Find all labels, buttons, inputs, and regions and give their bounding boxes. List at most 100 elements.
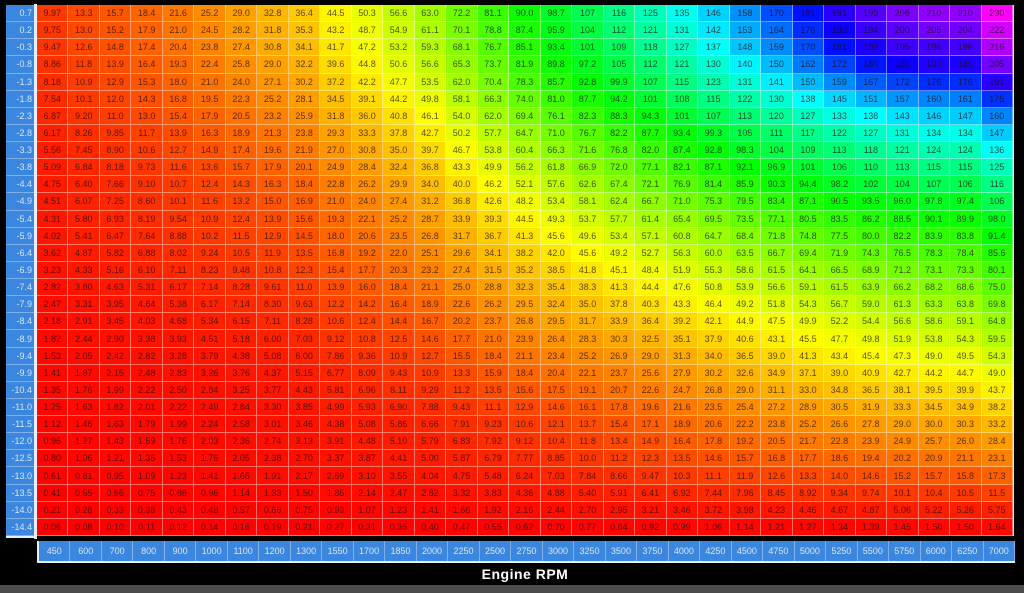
heatmap-cell: 181 — [792, 5, 825, 23]
heatmap-cell: 1.76 — [68, 381, 100, 399]
heatmap-cell: 44.5 — [320, 5, 352, 23]
heatmap-cell: 130 — [761, 90, 793, 108]
heatmap-cell: 1.63 — [99, 416, 132, 434]
heatmap-cell: 31.8 — [257, 22, 289, 40]
x-tick-label: 1700 — [353, 541, 386, 561]
heatmap-cell: 8.85 — [540, 450, 573, 468]
heatmap-cell: 19.6 — [635, 398, 667, 417]
heatmap-cell: 37.2 — [320, 73, 352, 91]
heatmap-cell: 23.9 — [855, 433, 888, 451]
heatmap-cell: 19.5 — [194, 90, 226, 108]
y-tick-label: -2.3 — [6, 107, 34, 125]
heatmap-cell: 101 — [572, 39, 604, 57]
heatmap-cell: 25.0 — [446, 279, 478, 297]
heatmap-cell: 2.91 — [68, 313, 100, 331]
heatmap-cell: 4.03 — [131, 313, 163, 331]
heatmap-cell: 7.54 — [37, 90, 69, 108]
heatmap-cell: 24.0 — [225, 73, 258, 91]
heatmap-cell: 90.3 — [761, 176, 793, 194]
heatmap-cell: 35.0 — [383, 142, 415, 160]
heatmap-cell: 1.07 — [351, 501, 384, 519]
heatmap-cell: 2.70 — [572, 501, 604, 519]
heatmap-cell: 0.92 — [635, 518, 667, 536]
heatmap-cell: 23.2 — [257, 107, 289, 125]
heatmap-cell: 7.45 — [68, 142, 100, 160]
heatmap-cell: 3.30 — [257, 398, 289, 417]
heatmap-cell: 16.3 — [194, 124, 226, 143]
heatmap-cell: 0.95 — [99, 467, 132, 485]
heatmap-cell: 45.4 — [855, 347, 888, 365]
heatmap-cell: 3.31 — [68, 296, 100, 314]
heatmap-cell: 22.3 — [225, 90, 258, 108]
heatmap-cell: 9.63 — [288, 296, 321, 314]
heatmap-cell: 40.0 — [446, 176, 478, 194]
heatmap-cell: 15.6 — [288, 210, 321, 228]
heatmap-cell: 19.3 — [320, 210, 352, 228]
heatmap-cell: 145 — [824, 90, 856, 108]
heatmap-cell: 14.6 — [540, 398, 573, 417]
heatmap-cell: 21.6 — [162, 5, 195, 23]
heatmap-cell: 53.4 — [540, 193, 573, 211]
heatmap-cell: 10.5 — [950, 484, 982, 502]
heatmap-cell: 29.9 — [383, 176, 415, 194]
heatmap-cell: 172 — [824, 56, 856, 74]
heatmap-cell: 8.86 — [37, 56, 69, 74]
heatmap-cell: 8.18 — [99, 159, 132, 177]
heatmap-cell: 11.9 — [257, 244, 289, 262]
heatmap-cell: 25.2 — [572, 347, 604, 365]
heatmap-cell: 106 — [824, 159, 856, 177]
heatmap-cell: 37.8 — [603, 296, 636, 314]
heatmap-cell: 222 — [981, 22, 1013, 40]
heatmap-cell: 11.5 — [225, 227, 258, 245]
heatmap-cell: 10.4 — [540, 433, 573, 451]
heatmap-cell: 4.64 — [131, 296, 163, 314]
heatmap-cell: 1.06 — [698, 518, 730, 536]
heatmap-cell: 40.8 — [383, 107, 415, 125]
heatmap-cell: 15.3 — [131, 73, 163, 91]
heatmap-cell: 29.5 — [509, 296, 541, 314]
heatmap-cell: 22.6 — [446, 296, 478, 314]
heatmap-cell: 0.27 — [320, 518, 352, 536]
heatmap-cell: 180 — [855, 56, 888, 74]
heatmap-cell: 24.7 — [666, 381, 699, 399]
heatmap-cell: 93.4 — [540, 39, 573, 57]
heatmap-cell: 86.2 — [855, 210, 888, 228]
heatmap-cell: 53.2 — [383, 39, 415, 57]
heatmap-cell: 17.7 — [446, 330, 478, 348]
heatmap-cell: 11.6 — [194, 193, 226, 211]
heatmap-cell: 0.66 — [257, 501, 289, 519]
heatmap-cell: 83.5 — [824, 210, 856, 228]
heatmap-cell: 78.3 — [918, 244, 951, 262]
heatmap-cell: 73.1 — [918, 261, 951, 280]
heatmap-cell: 9.34 — [824, 484, 856, 502]
heatmap-cell: 19.2 — [351, 244, 384, 262]
heatmap-cell: 21.0 — [194, 73, 226, 91]
heatmap-cell: 36.0 — [351, 107, 384, 125]
heatmap-cell: 5.22 — [918, 501, 951, 519]
heatmap-cell: 85.6 — [981, 244, 1013, 262]
heatmap-cell: 61.1 — [414, 22, 447, 40]
heatmap-cell: 127 — [792, 107, 825, 125]
heatmap-cell: 6.15 — [225, 313, 258, 331]
heatmap-cell: 13.5 — [666, 450, 699, 468]
x-axis: 450 600 700 800 900 1000 1100 1200 1300 1550 1700 1… — [37, 541, 1015, 563]
heatmap-cell: 2.44 — [540, 501, 573, 519]
heatmap-cell: 29.0 — [887, 416, 919, 434]
heatmap-cell: 49.5 — [950, 347, 982, 365]
heatmap-cell: 1.14 — [225, 484, 258, 502]
heatmap-cell: 42.7 — [887, 364, 919, 382]
heatmap-cell: 1.59 — [131, 433, 163, 451]
heatmap-cell: 2.36 — [225, 433, 258, 451]
heatmap-cell: 39.0 — [824, 364, 856, 382]
heatmap-cell: 21.0 — [477, 330, 510, 348]
heatmap-cell: 2.83 — [162, 364, 195, 382]
heatmap-cell: 10.9 — [194, 210, 226, 228]
heatmap-cell: 50.3 — [351, 5, 384, 23]
heatmap-cell: 66.5 — [824, 261, 856, 280]
heatmap-cell: 45.6 — [540, 227, 573, 245]
heatmap-cell: 78.3 — [509, 73, 541, 91]
heatmap-cell: 76.7 — [477, 39, 510, 57]
heatmap-cell: 6.00 — [257, 330, 289, 348]
heatmap-cell: 87.4 — [509, 22, 541, 40]
heatmap-cell: 24.5 — [194, 22, 226, 40]
